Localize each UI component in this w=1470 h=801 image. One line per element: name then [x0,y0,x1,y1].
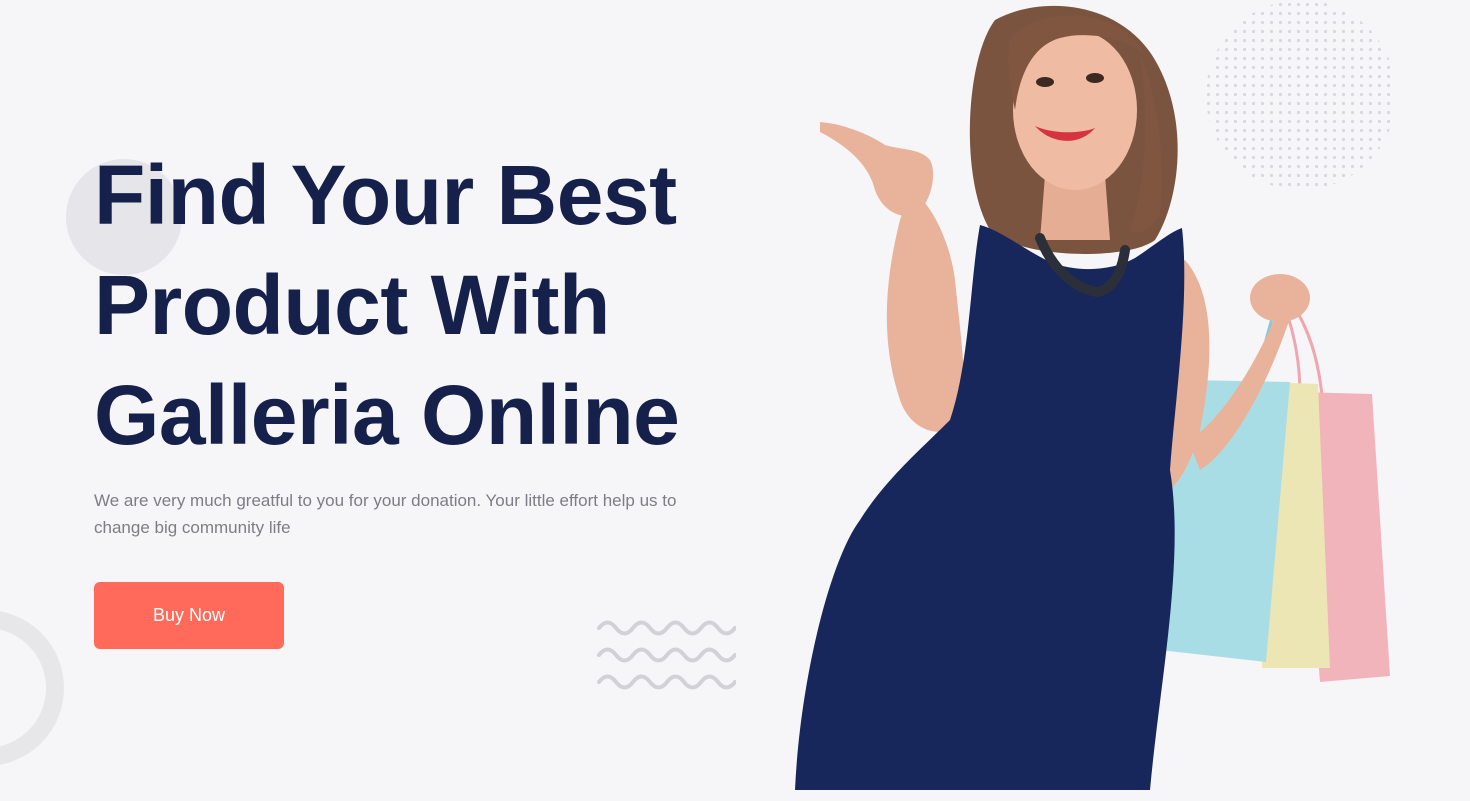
shopping-woman-image [795,5,1390,790]
waves-icon [597,620,736,690]
hero-section: Find Your Best Product With Galleria Onl… [0,0,1470,801]
page-title: Find Your Best Product With Galleria Onl… [94,148,680,462]
hero-description: We are very much greatful to you for you… [94,491,677,537]
buy-now-button[interactable]: Buy Now [94,582,284,649]
decorative-ring [0,610,64,766]
